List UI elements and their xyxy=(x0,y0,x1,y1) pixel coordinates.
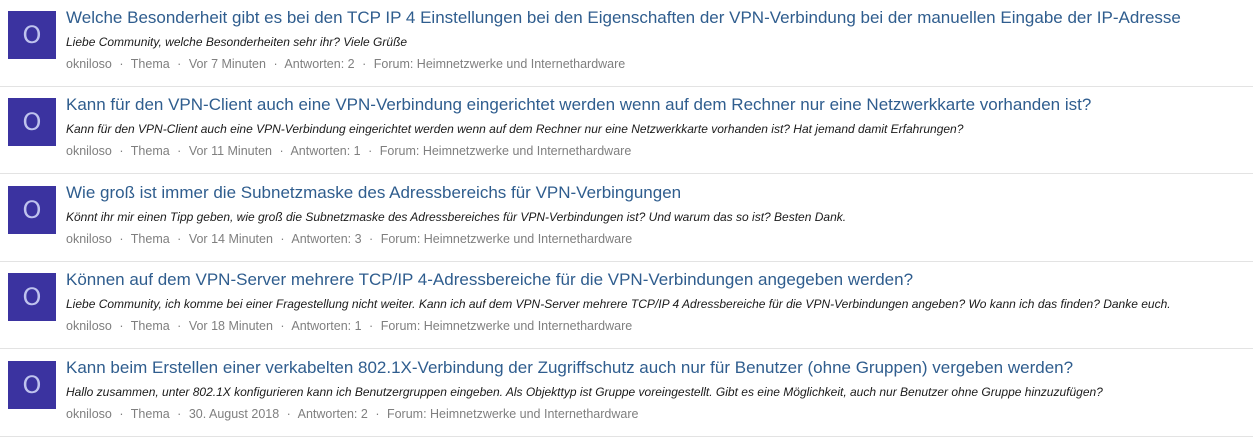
author-link[interactable]: okniloso xyxy=(66,407,112,421)
avatar[interactable]: O xyxy=(8,361,56,409)
forum-link[interactable]: Forum: Heimnetzwerke und Internethardwar… xyxy=(381,319,633,333)
topic-meta: okniloso · Thema · 30. August 2018 · Ant… xyxy=(66,406,1245,422)
content-type: Thema xyxy=(130,319,170,333)
meta-separator: · xyxy=(279,144,284,158)
topic-excerpt: Kann für den VPN-Client auch eine VPN-Ve… xyxy=(66,122,964,136)
author-link[interactable]: okniloso xyxy=(66,57,112,71)
topic-excerpt: Könnt ihr mir einen Tipp geben, wie groß… xyxy=(66,210,847,224)
meta-separator: · xyxy=(368,144,373,158)
meta-separator: · xyxy=(119,232,124,246)
reply-count: Antworten: 1 xyxy=(291,319,362,333)
meta-separator: · xyxy=(177,319,182,333)
forum-link[interactable]: Forum: Heimnetzwerke und Internethardwar… xyxy=(381,232,633,246)
meta-separator: · xyxy=(273,57,278,71)
topic-row: O Welche Besonderheit gibt es bei den TC… xyxy=(0,0,1253,87)
forum-link[interactable]: Forum: Heimnetzwerke und Internethardwar… xyxy=(380,144,632,158)
avatar[interactable]: O xyxy=(8,11,56,59)
forum-link[interactable]: Forum: Heimnetzwerke und Internethardwar… xyxy=(374,57,626,71)
topic-excerpt: Liebe Community, welche Besonderheiten s… xyxy=(66,35,408,49)
topic-title-link[interactable]: Können auf dem VPN-Server mehrere TCP/IP… xyxy=(66,270,1245,290)
meta-separator: · xyxy=(375,407,380,421)
meta-separator: · xyxy=(119,319,124,333)
meta-separator: · xyxy=(119,57,124,71)
meta-separator: · xyxy=(280,232,285,246)
meta-separator: · xyxy=(362,57,367,71)
author-link[interactable]: okniloso xyxy=(66,232,112,246)
meta-separator: · xyxy=(177,144,182,158)
topic-title-link[interactable]: Kann beim Erstellen einer verkabelten 80… xyxy=(66,358,1245,378)
avatar[interactable]: O xyxy=(8,186,56,234)
content-type: Thema xyxy=(130,144,170,158)
topic-meta: okniloso · Thema · Vor 14 Minuten · Antw… xyxy=(66,231,1245,247)
topic-meta: okniloso · Thema · Vor 11 Minuten · Antw… xyxy=(66,143,1245,159)
meta-separator: · xyxy=(286,407,291,421)
forum-link[interactable]: Forum: Heimnetzwerke und Internethardwar… xyxy=(387,407,639,421)
meta-separator: · xyxy=(177,407,182,421)
topic-excerpt: Hallo zusammen, unter 802.1X konfigurier… xyxy=(66,385,1103,399)
meta-separator: · xyxy=(177,232,182,246)
topic-meta: okniloso · Thema · Vor 18 Minuten · Antw… xyxy=(66,318,1245,334)
reply-count: Antworten: 2 xyxy=(284,57,355,71)
meta-separator: · xyxy=(177,57,182,71)
topic-row: O Kann beim Erstellen einer verkabelten … xyxy=(0,350,1253,437)
meta-separator: · xyxy=(119,144,124,158)
avatar[interactable]: O xyxy=(8,273,56,321)
reply-count: Antworten: 3 xyxy=(291,232,362,246)
reply-count: Antworten: 2 xyxy=(297,407,368,421)
meta-separator: · xyxy=(280,319,285,333)
content-type: Thema xyxy=(130,232,170,246)
content-type: Thema xyxy=(130,57,170,71)
meta-separator: · xyxy=(369,232,374,246)
author-link[interactable]: okniloso xyxy=(66,319,112,333)
content-type: Thema xyxy=(130,407,170,421)
topic-title-link[interactable]: Welche Besonderheit gibt es bei den TCP … xyxy=(66,8,1245,28)
topic-row: O Können auf dem VPN-Server mehrere TCP/… xyxy=(0,262,1253,349)
meta-separator: · xyxy=(369,319,374,333)
post-time: Vor 18 Minuten xyxy=(188,319,273,333)
author-link[interactable]: okniloso xyxy=(66,144,112,158)
avatar[interactable]: O xyxy=(8,98,56,146)
post-time: Vor 7 Minuten xyxy=(188,57,266,71)
post-time: Vor 14 Minuten xyxy=(188,232,273,246)
topic-excerpt: Liebe Community, ich komme bei einer Fra… xyxy=(66,297,1171,311)
post-time: Vor 11 Minuten xyxy=(188,144,272,158)
topic-title-link[interactable]: Kann für den VPN-Client auch eine VPN-Ve… xyxy=(66,95,1245,115)
meta-separator: · xyxy=(119,407,124,421)
post-time: 30. August 2018 xyxy=(188,407,280,421)
topic-row: O Kann für den VPN-Client auch eine VPN-… xyxy=(0,87,1253,174)
topic-meta: okniloso · Thema · Vor 7 Minuten · Antwo… xyxy=(66,56,1245,72)
search-results-list: O Welche Besonderheit gibt es bei den TC… xyxy=(0,0,1253,440)
reply-count: Antworten: 1 xyxy=(290,144,361,158)
topic-title-link[interactable]: Wie groß ist immer die Subnetzmaske des … xyxy=(66,183,1245,203)
topic-row: O Wie groß ist immer die Subnetzmaske de… xyxy=(0,175,1253,262)
